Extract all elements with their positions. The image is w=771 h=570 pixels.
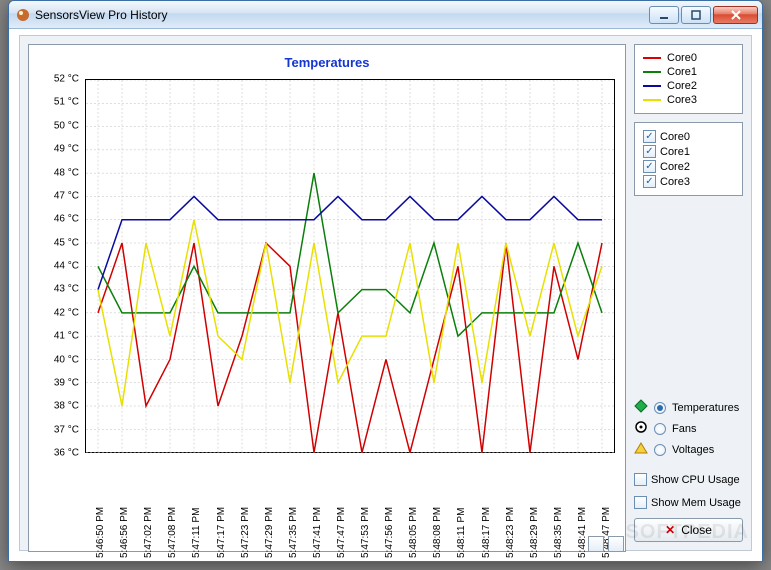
y-axis-ticks: 36 °C37 °C38 °C39 °C40 °C41 °C42 °C43 °C…	[29, 79, 83, 453]
series-toggle-row[interactable]: ✓ Core3	[643, 174, 734, 189]
legend-item: Core3	[643, 93, 734, 107]
chart-nav-button-2[interactable]	[608, 536, 624, 552]
legend-swatch	[643, 85, 661, 87]
y-tick-label: 46 °C	[54, 214, 79, 225]
show-mem-usage-checkbox[interactable]	[634, 496, 647, 509]
chart-title: Temperatures	[284, 55, 369, 70]
show-cpu-usage-row[interactable]: Show CPU Usage	[634, 472, 743, 487]
y-tick-label: 37 °C	[54, 424, 79, 435]
series-checkbox[interactable]: ✓	[643, 145, 656, 158]
series-checkbox[interactable]: ✓	[643, 175, 656, 188]
client-area: Temperatures 36 °C 37 °C 38 °C 39 °C 40 °C 41…	[15, 31, 756, 555]
legend-label: Core2	[667, 80, 697, 92]
y-tick-label: 44 °C	[54, 261, 79, 272]
triangle-yellow-icon	[634, 441, 648, 458]
legend-label: Core3	[667, 94, 697, 106]
legend-item: Core1	[643, 65, 734, 79]
minimize-button[interactable]	[649, 6, 679, 24]
metric-radio-row[interactable]: Voltages	[634, 439, 743, 460]
legend-swatch	[643, 71, 661, 73]
circle-outline-icon	[634, 420, 648, 437]
y-tick-label: 39 °C	[54, 377, 79, 388]
maximize-button[interactable]	[681, 6, 711, 24]
y-tick-label: 51 °C	[54, 97, 79, 108]
y-tick-label: 42 °C	[54, 307, 79, 318]
legend-item: Core2	[643, 79, 734, 93]
series-label: Core2	[660, 161, 690, 173]
diamond-green-icon	[634, 399, 648, 416]
show-cpu-usage-checkbox[interactable]	[634, 473, 647, 486]
series-toggle-row[interactable]: ✓ Core0	[643, 129, 734, 144]
side-panel: Core0Core1Core2Core3 ✓Core0✓Core1✓Core2✓…	[634, 44, 743, 542]
series-toggle-row[interactable]: ✓ Core2	[643, 159, 734, 174]
plot-area[interactable]	[85, 79, 615, 453]
y-tick-label: 43 °C	[54, 284, 79, 295]
close-icon: ✕	[665, 523, 675, 537]
y-tick-label: 40 °C	[54, 354, 79, 365]
metric-radio[interactable]	[654, 402, 666, 414]
legend-panel: Core0 Core1 Core2 Core3	[634, 44, 743, 114]
metric-radio-label: Fans	[672, 423, 696, 435]
metric-radio-label: Temperatures	[672, 402, 739, 414]
series-toggle-row[interactable]: ✓ Core1	[643, 144, 734, 159]
series-label: Core3	[660, 176, 690, 188]
metric-radio[interactable]	[654, 444, 666, 456]
window-close-button[interactable]	[713, 6, 758, 24]
chart-panel: Temperatures 36 °C 37 °C 38 °C 39 °C 40 °C 41…	[28, 44, 626, 552]
legend-swatch	[643, 99, 661, 101]
series-checkbox[interactable]: ✓	[643, 160, 656, 173]
show-cpu-usage-label: Show CPU Usage	[651, 474, 740, 486]
metric-radio-row[interactable]: Fans	[634, 418, 743, 439]
y-tick-label: 41 °C	[54, 331, 79, 342]
y-tick-label: 52 °C	[54, 74, 79, 85]
show-mem-usage-label: Show Mem Usage	[651, 497, 741, 509]
y-tick-label: 48 °C	[54, 167, 79, 178]
metric-radio-row[interactable]: Temperatures	[634, 397, 743, 418]
window-title: SensorsView Pro History	[35, 8, 649, 22]
y-tick-label: 47 °C	[54, 190, 79, 201]
series-label: Core0	[660, 131, 690, 143]
legend-label: Core1	[667, 66, 697, 78]
close-button-label: Close	[681, 523, 712, 537]
chart-nav-buttons	[28, 534, 626, 554]
close-button[interactable]: ✕ Close	[634, 518, 743, 542]
app-window: SensorsView Pro History Temperatures 36 …	[8, 0, 763, 562]
y-tick-label: 50 °C	[54, 120, 79, 131]
show-mem-usage-row[interactable]: Show Mem Usage	[634, 495, 743, 510]
metric-radio-label: Voltages	[672, 444, 714, 456]
y-tick-label: 38 °C	[54, 401, 79, 412]
legend-label: Core0	[667, 52, 697, 64]
legend-swatch	[643, 57, 661, 59]
app-icon	[15, 7, 31, 23]
y-tick-label: 45 °C	[54, 237, 79, 248]
y-tick-label: 36 °C	[54, 448, 79, 459]
chart-nav-button-1[interactable]	[588, 536, 604, 552]
series-checkbox[interactable]: ✓	[643, 130, 656, 143]
series-checkbox-panel: ✓ Core0 ✓ Core1 ✓ Core2 ✓ Core3	[634, 122, 743, 196]
legend-item: Core0	[643, 51, 734, 65]
series-label: Core1	[660, 146, 690, 158]
metric-radio[interactable]	[654, 423, 666, 435]
y-tick-label: 49 °C	[54, 144, 79, 155]
titlebar[interactable]: SensorsView Pro History	[9, 1, 762, 29]
content: Temperatures 36 °C 37 °C 38 °C 39 °C 40 °C 41…	[19, 35, 752, 551]
metric-radio-group: Temperatures Fans Voltages	[634, 395, 743, 464]
